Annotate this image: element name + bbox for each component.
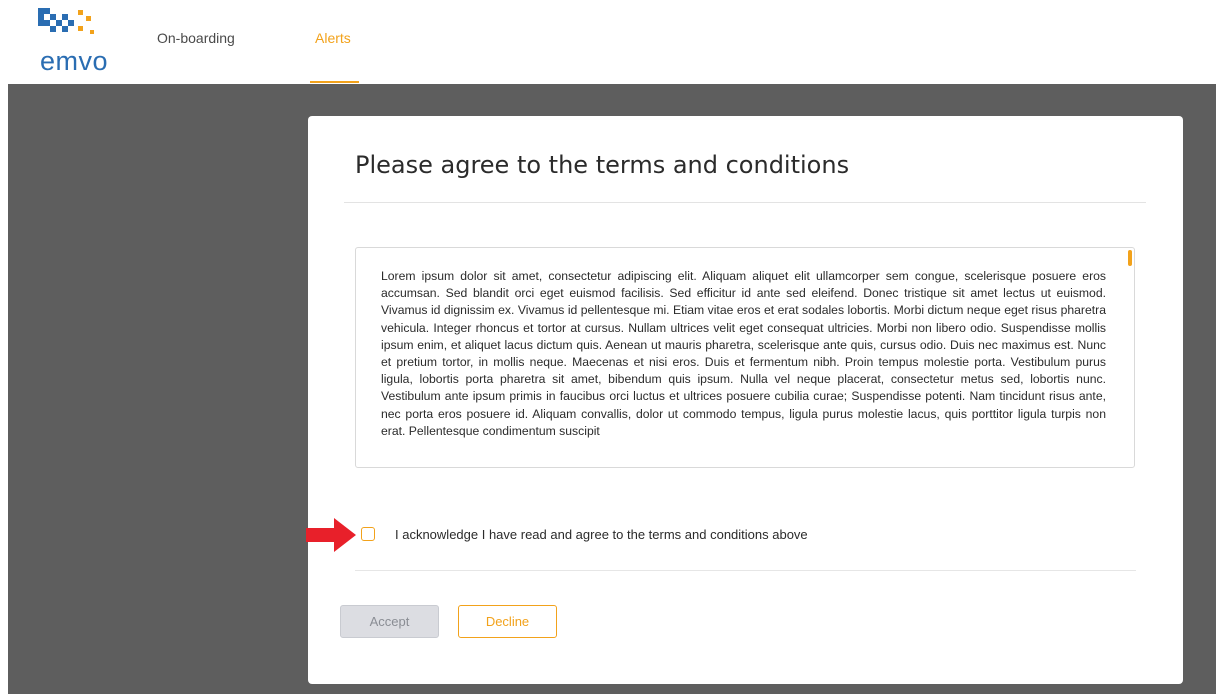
scrollbar-thumb[interactable] bbox=[1128, 250, 1132, 266]
emvo-logo-icon[interactable]: emvo bbox=[34, 6, 124, 76]
top-navigation-bar: emvo On-boarding Alerts bbox=[0, 0, 1216, 83]
acknowledge-label[interactable]: I acknowledge I have read and agree to t… bbox=[395, 527, 808, 542]
acknowledge-divider bbox=[355, 570, 1136, 571]
red-arrow-icon bbox=[306, 518, 356, 552]
terms-modal: Please agree to the terms and conditions… bbox=[306, 116, 1183, 684]
acknowledge-checkbox[interactable] bbox=[361, 527, 375, 541]
active-tab-indicator bbox=[310, 81, 359, 83]
nav-item-onboarding[interactable]: On-boarding bbox=[157, 30, 235, 46]
logo-mark-icon bbox=[38, 8, 94, 34]
decline-button[interactable]: Decline bbox=[458, 605, 557, 638]
acknowledge-row: I acknowledge I have read and agree to t… bbox=[306, 516, 1183, 554]
accept-button[interactable]: Accept bbox=[340, 605, 439, 638]
title-divider bbox=[344, 202, 1146, 203]
terms-scroll-box[interactable]: Lorem ipsum dolor sit amet, consectetur … bbox=[355, 247, 1135, 468]
logo-text: emvo bbox=[40, 46, 109, 76]
terms-text: Lorem ipsum dolor sit amet, consectetur … bbox=[381, 269, 1106, 438]
modal-title: Please agree to the terms and conditions bbox=[355, 151, 850, 179]
nav-item-alerts[interactable]: Alerts bbox=[315, 30, 351, 46]
